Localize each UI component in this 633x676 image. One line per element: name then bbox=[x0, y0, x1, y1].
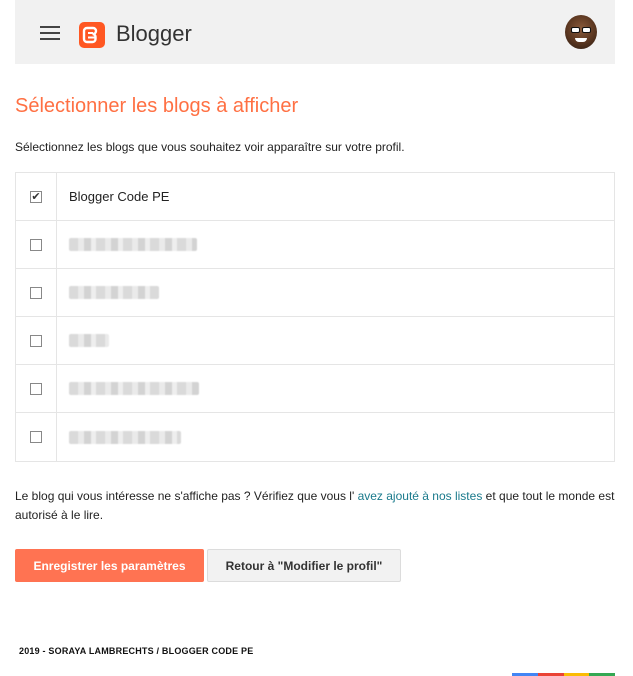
checkbox-cell bbox=[16, 364, 57, 413]
page-intro: Sélectionnez les blogs que vous souhaite… bbox=[15, 140, 405, 154]
redacted-blog-name bbox=[69, 334, 109, 347]
back-to-profile-button[interactable]: Retour à "Modifier le profil" bbox=[207, 549, 401, 582]
blog-row bbox=[16, 268, 614, 317]
lists-link[interactable]: avez ajouté à nos listes bbox=[358, 489, 483, 503]
blog-name bbox=[57, 317, 109, 365]
app-name[interactable]: Blogger bbox=[116, 21, 192, 47]
blog-name bbox=[57, 269, 159, 317]
checkbox-cell bbox=[16, 220, 57, 269]
checkbox-cell bbox=[16, 316, 57, 365]
redacted-blog-name bbox=[69, 286, 159, 299]
help-text: Le blog qui vous intéresse ne s'affiche … bbox=[15, 487, 615, 525]
blog-checkbox[interactable] bbox=[30, 431, 42, 443]
blog-name bbox=[57, 413, 181, 461]
blog-row: ✔ Blogger Code PE bbox=[16, 172, 614, 221]
redacted-blog-name bbox=[69, 238, 197, 251]
blogger-logo-icon[interactable] bbox=[79, 22, 105, 48]
blog-list: ✔ Blogger Code PE bbox=[15, 172, 615, 462]
blog-checkbox[interactable] bbox=[30, 334, 42, 347]
checkbox-cell bbox=[16, 268, 57, 317]
footer-text: 2019 - SORAYA LAMBRECHTS / BLOGGER CODE … bbox=[19, 646, 254, 656]
save-settings-button[interactable]: Enregistrer les paramètres bbox=[15, 549, 204, 582]
checkmark-icon: ✔ bbox=[31, 191, 41, 203]
blog-row bbox=[16, 220, 614, 269]
help-text-before: Le blog qui vous intéresse ne s'affiche … bbox=[15, 489, 355, 503]
checkbox-cell bbox=[16, 413, 57, 461]
blog-checkbox[interactable] bbox=[30, 382, 42, 395]
blog-row bbox=[16, 316, 614, 365]
user-avatar-icon[interactable] bbox=[565, 15, 597, 49]
page-title: Sélectionner les blogs à afficher bbox=[15, 95, 299, 117]
redacted-blog-name bbox=[69, 382, 199, 395]
blog-checkbox[interactable]: ✔ bbox=[30, 190, 42, 203]
redacted-blog-name bbox=[69, 430, 181, 444]
blog-name bbox=[57, 365, 199, 413]
hamburger-menu-icon[interactable] bbox=[40, 26, 60, 40]
blog-row bbox=[16, 413, 614, 461]
blog-name bbox=[57, 221, 197, 269]
top-app-bar: Blogger bbox=[15, 0, 615, 64]
checkbox-cell: ✔ bbox=[16, 172, 57, 221]
blog-checkbox[interactable] bbox=[30, 238, 42, 251]
blog-name: Blogger Code PE bbox=[69, 189, 170, 204]
blog-row bbox=[16, 364, 614, 413]
blog-checkbox[interactable] bbox=[30, 286, 42, 299]
